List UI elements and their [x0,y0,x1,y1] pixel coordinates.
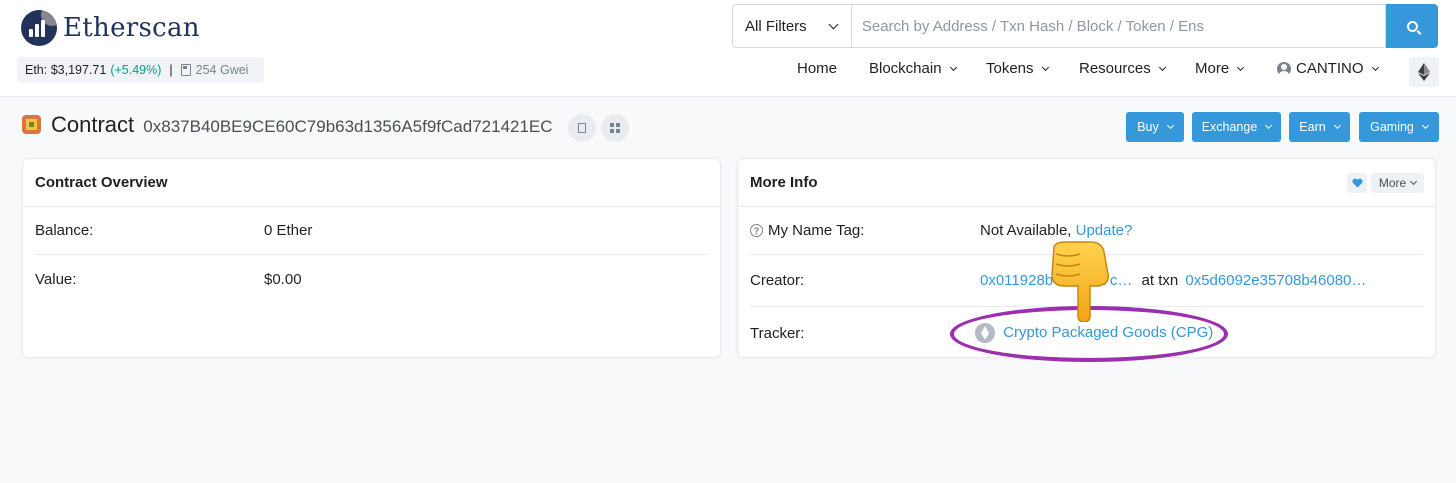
chevron-down-icon [1041,63,1049,71]
search-icon [1406,20,1418,32]
contract-overview-card: Contract Overview Balance: 0 Ether Value… [22,158,721,358]
balance-row: Balance: 0 Ether [35,207,708,255]
chevron-down-icon [828,19,839,29]
earn-label: Earn [1299,120,1326,134]
chevron-down-icon [1166,121,1174,130]
page-title-label: Contract [51,112,135,137]
contract-address: 0x837B40BE9CE60C79b63d1356A5f9fCad721421… [143,117,553,136]
search-button[interactable] [1386,4,1438,48]
copy-address-button[interactable] [568,114,596,142]
more-info-title: More Info [750,174,818,191]
gaming-button[interactable]: Gaming [1359,112,1439,142]
favorite-button[interactable] [1347,173,1367,193]
exchange-label: Exchange [1201,120,1258,134]
user-icon [1277,61,1291,76]
creator-row: Creator: 0x011928b4…2887c… at txn 0x5d60… [750,255,1423,307]
qr-code-button[interactable] [601,114,629,142]
balance-value: 0 Ether [264,222,313,239]
creator-address-link[interactable]: 0x011928b4…2887c… [980,272,1132,289]
page-title: Contract 0x837B40BE9CE60C79b63d1356A5f9f… [51,112,553,138]
token-icon [975,323,995,343]
chevron-down-icon [1371,63,1379,71]
gas-pump-icon [180,64,191,76]
nav-blockchain-label: Blockchain [869,60,942,77]
logo-text: Etherscan [63,13,200,43]
chevron-down-icon [1265,121,1273,130]
tracker-token-link[interactable]: Crypto Packaged Goods (CPG) [1003,324,1213,341]
chevron-down-icon [1333,121,1341,130]
name-tag-value-wrap: Not Available, Update? [980,222,1132,239]
search-bar: All Filters [732,4,1438,48]
earn-button[interactable]: Earn [1289,112,1350,142]
copy-icon [575,123,586,138]
search-input[interactable] [851,4,1387,48]
name-tag-value: Not Available, [980,222,1072,239]
nav-tokens[interactable]: Tokens [986,60,1049,77]
exchange-button[interactable]: Exchange [1192,112,1281,142]
search-filter-select[interactable]: All Filters [732,4,852,48]
top-header: Etherscan Eth: $3,197.71 (+5.49%) | 254 … [0,0,1456,97]
nav-resources-label: Resources [1079,60,1151,77]
eth-price-change: (+5.49%) [110,63,162,77]
nav-tokens-label: Tokens [986,60,1034,77]
nav-resources[interactable]: Resources [1079,60,1166,77]
question-icon[interactable]: ? [750,224,763,237]
creator-label: Creator: [750,272,805,289]
etherscan-logo-icon [21,10,57,46]
creator-txn-link[interactable]: 0x5d6092e35708b46080… [1185,272,1366,289]
etherscan-logo[interactable]: Etherscan [21,10,200,46]
heart-icon [1351,178,1363,188]
creator-at-txn: at txn [1141,272,1179,289]
chevron-down-icon [1158,63,1166,71]
update-name-tag-link[interactable]: Update? [1076,222,1133,239]
search-filter-label: All Filters [745,17,807,35]
more-info-header: More Info More [738,159,1435,207]
tracker-label: Tracker: [750,324,805,342]
chevron-down-icon [1410,177,1418,186]
nav-blockchain[interactable]: Blockchain [869,60,957,77]
nav-home-label: Home [797,60,838,77]
nav-more[interactable]: More [1195,60,1245,77]
more-options-button[interactable]: More [1371,173,1424,193]
value-row: Value: $0.00 [35,255,708,303]
nav-home[interactable]: Home [797,60,837,77]
chevron-down-icon [1421,121,1429,130]
contract-avatar [22,115,41,134]
eth-price[interactable]: Eth: $3,197.71 [25,63,106,77]
gaming-label: Gaming [1370,120,1414,134]
gas-price[interactable]: 254 Gwei [196,63,249,77]
name-tag-label-wrap: ? My Name Tag: [750,222,864,239]
separator: | [169,63,173,77]
ethereum-icon [1418,63,1430,81]
tracker-row: Tracker: Crypto Packaged Goods (CPG) [750,309,1423,357]
name-tag-row: ? My Name Tag: Not Available, Update? [750,207,1423,255]
value-label: Value: [35,270,77,288]
more-options-label: More [1378,176,1407,190]
nav-more-label: More [1195,60,1230,77]
balance-label: Balance: [35,222,94,239]
buy-label: Buy [1137,120,1159,134]
chevron-down-icon [949,63,957,71]
buy-button[interactable]: Buy [1126,112,1184,142]
qr-code-icon [610,123,620,133]
chevron-down-icon [1237,63,1245,71]
nav-user-label: CANTINO [1296,60,1364,77]
tracker-value-wrap: Crypto Packaged Goods (CPG) [975,323,1213,343]
nav-user-menu[interactable]: CANTINO [1277,60,1379,77]
name-tag-label: My Name Tag: [768,222,865,239]
network-switch-button[interactable] [1409,57,1439,87]
contract-overview-title: Contract Overview [23,159,720,207]
more-info-card: More Info More ? My Name Tag: Not Availa… [737,158,1436,358]
creator-value-wrap: 0x011928b4…2887c… at txn 0x5d6092e35708b… [980,272,1366,289]
eth-price-bar: Eth: $3,197.71 (+5.49%) | 254 Gwei [17,57,264,83]
value-value: $0.00 [264,270,302,288]
